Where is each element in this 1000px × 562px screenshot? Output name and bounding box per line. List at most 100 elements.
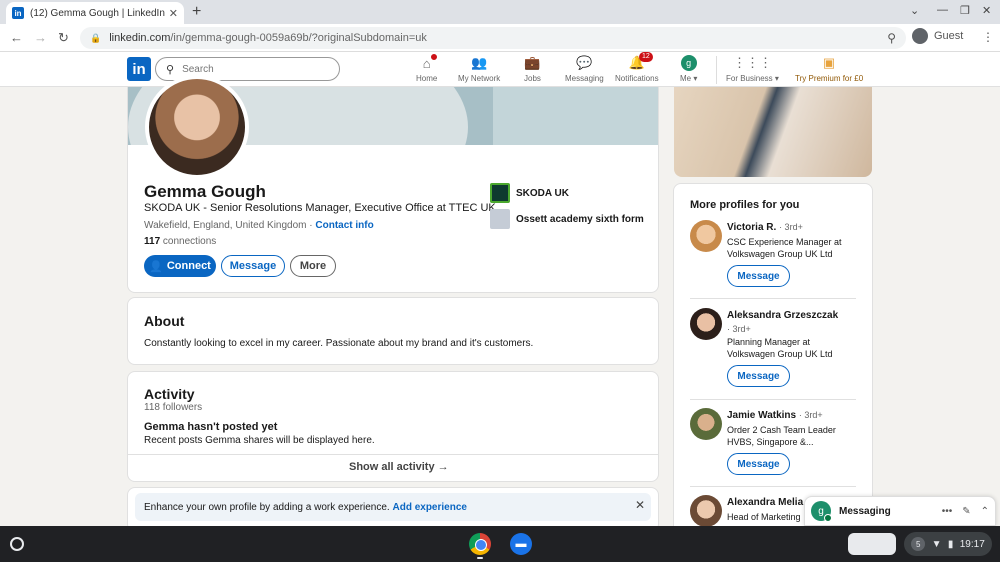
ad-image[interactable] xyxy=(674,87,872,177)
activity-empty-title: Gemma hasn't posted yet xyxy=(144,421,278,433)
bell-icon: 🔔 12 xyxy=(629,52,653,71)
nav-me[interactable]: g Me ▾ xyxy=(680,55,697,83)
add-experience-link[interactable]: Add experience xyxy=(392,502,466,513)
launcher-icon[interactable] xyxy=(10,537,24,551)
school-logo-icon xyxy=(490,209,510,229)
org-education[interactable]: Ossett academy sixth form xyxy=(490,209,644,229)
minimize-icon[interactable]: — xyxy=(937,4,948,16)
activity-empty-text: Recent posts Gemma shares will be displa… xyxy=(144,435,375,446)
person-name[interactable]: Alexandra Melia xyxy=(727,497,803,508)
experience-prompt-text: Enhance your own profile by adding a wor… xyxy=(144,502,467,513)
profile-name: Gemma Gough xyxy=(144,182,266,201)
battery-icon: ▮ xyxy=(947,538,954,550)
profile-chip[interactable]: Guest xyxy=(912,28,963,44)
person-name[interactable]: Jamie Watkins · 3rd+ xyxy=(727,410,823,421)
lock-icon: 🔒 xyxy=(90,32,102,43)
nav-network[interactable]: 👥 My Network xyxy=(458,55,500,83)
message-icon: 💬 xyxy=(576,55,593,70)
system-tray[interactable]: 5 ▼ ▮ 19:17 xyxy=(904,532,992,556)
nav-jobs[interactable]: 💼 Jobs xyxy=(524,55,541,83)
show-all-activity-link[interactable]: Show all activity → xyxy=(349,461,449,473)
nav-home[interactable]: ⌂ Home xyxy=(416,53,438,83)
chevron-up-icon[interactable]: ⌃ xyxy=(981,506,989,517)
message-button[interactable]: Message xyxy=(221,255,285,277)
forward-icon[interactable]: → xyxy=(34,30,47,45)
nav-jobs-label: Jobs xyxy=(524,74,541,83)
profile-connections[interactable]: 117 connections xyxy=(144,236,216,247)
message-button[interactable]: Message xyxy=(727,265,790,287)
linkedin-favicon-icon: in xyxy=(12,7,24,19)
nav-messaging[interactable]: 💬 Messaging xyxy=(565,55,604,83)
url-text: linkedin.com/in/gemma-gough-0059a69b/?or… xyxy=(109,32,427,44)
network-icon: 👥 xyxy=(471,55,488,70)
more-profiles-title: More profiles for you xyxy=(690,199,800,211)
person-name[interactable]: Victoria R. · 3rd+ xyxy=(727,222,803,233)
add-person-icon: 👤 xyxy=(149,260,163,273)
back-icon[interactable]: ← xyxy=(10,30,23,45)
chevron-down-icon[interactable]: ⌄ xyxy=(910,4,919,17)
avatar[interactable] xyxy=(690,308,722,340)
profile-photo[interactable] xyxy=(145,75,249,179)
contact-info-link[interactable]: Contact info xyxy=(315,220,373,231)
person-title: Head of Marketing xyxy=(727,512,801,522)
avatar[interactable] xyxy=(690,220,722,252)
address-bar[interactable]: 🔒 linkedin.com/in/gemma-gough-0059a69b/?… xyxy=(80,27,906,49)
me-avatar: g xyxy=(680,55,697,71)
arrow-right-icon: → xyxy=(437,461,449,473)
clock: 19:17 xyxy=(959,538,985,550)
message-button[interactable]: Message xyxy=(727,365,790,387)
nav-for-business[interactable]: ⋮⋮⋮ For Business ▾ xyxy=(726,55,779,83)
files-icon[interactable]: ▬ xyxy=(510,533,532,555)
avatar xyxy=(912,28,928,44)
tab-title: (12) Gemma Gough | LinkedIn xyxy=(30,7,165,19)
profile-label: Guest xyxy=(934,30,964,42)
restore-icon[interactable]: ❐ xyxy=(960,4,970,17)
new-tab-icon[interactable]: + xyxy=(192,3,201,21)
nav-business-label: For Business ▾ xyxy=(726,74,779,83)
dismiss-icon[interactable]: ✕ xyxy=(635,498,645,512)
briefcase-icon: 💼 xyxy=(524,55,541,70)
nav-messaging-label: Messaging xyxy=(565,74,604,83)
search-input[interactable] xyxy=(182,63,323,75)
linkedin-logo[interactable]: in xyxy=(127,57,151,81)
nav-notifications[interactable]: 🔔 12 Notifications xyxy=(615,52,659,83)
divider xyxy=(690,486,856,487)
skoda-logo-icon xyxy=(490,183,510,203)
connect-button[interactable]: 👤 Connect xyxy=(144,255,216,277)
browser-tab-bar: in (12) Gemma Gough | LinkedIn ✕ + ⌄ — ❐… xyxy=(0,0,1000,24)
org-current-company[interactable]: SKODA UK xyxy=(490,183,569,203)
avatar[interactable] xyxy=(690,495,722,527)
close-tab-icon[interactable]: ✕ xyxy=(169,7,178,20)
more-options-icon[interactable]: ••• xyxy=(942,506,953,517)
activity-title: Activity xyxy=(144,386,195,402)
message-button[interactable]: Message xyxy=(727,453,790,475)
person-title: Order 2 Cash Team Leader HVBS, Singapore … xyxy=(727,425,836,447)
browser-toolbar: ← → ↻ 🔒 linkedin.com/in/gemma-gough-0059… xyxy=(0,24,1000,52)
profile-headline: SKODA UK - Senior Resolutions Manager, E… xyxy=(144,202,496,214)
nav-home-label: Home xyxy=(416,74,438,83)
nav-premium[interactable]: ▣ Try Premium for £0 xyxy=(795,55,863,83)
person-name[interactable]: Aleksandra Grzeszczak xyxy=(727,310,838,321)
browser-menu-icon[interactable]: ⋮ xyxy=(982,30,994,44)
person-degree: · 3rd+ xyxy=(727,324,751,334)
nav-me-label: Me ▾ xyxy=(680,74,698,83)
close-window-icon[interactable]: ✕ xyxy=(982,4,991,17)
badge-icon: 5 xyxy=(911,537,926,551)
messaging-avatar: g xyxy=(811,501,832,522)
search-icon: ⚲ xyxy=(166,63,175,76)
profile-location: Wakefield, England, United Kingdom · Con… xyxy=(144,220,374,231)
more-button[interactable]: More xyxy=(290,255,336,277)
person-title: CSC Experience Manager at Volkswagen Grou… xyxy=(727,237,842,259)
linkedin-header: in ⚲ ⌂ Home 👥 My Network 💼 Jobs 💬 Messag… xyxy=(0,52,1000,87)
zoom-icon[interactable]: ⚲ xyxy=(887,31,896,45)
reload-icon[interactable]: ↻ xyxy=(58,30,69,46)
avatar[interactable] xyxy=(690,408,722,440)
browser-tab[interactable]: in (12) Gemma Gough | LinkedIn ✕ xyxy=(6,2,184,24)
compose-icon[interactable]: ✎ xyxy=(962,506,970,517)
notification-thumbnail[interactable] xyxy=(848,533,896,555)
messaging-widget[interactable]: g Messaging ••• ✎ ⌃ xyxy=(804,496,996,526)
chrome-icon[interactable] xyxy=(469,533,491,555)
notification-count-badge: 12 xyxy=(638,52,653,62)
nav-network-label: My Network xyxy=(458,74,501,83)
wifi-icon: ▼ xyxy=(931,538,942,550)
